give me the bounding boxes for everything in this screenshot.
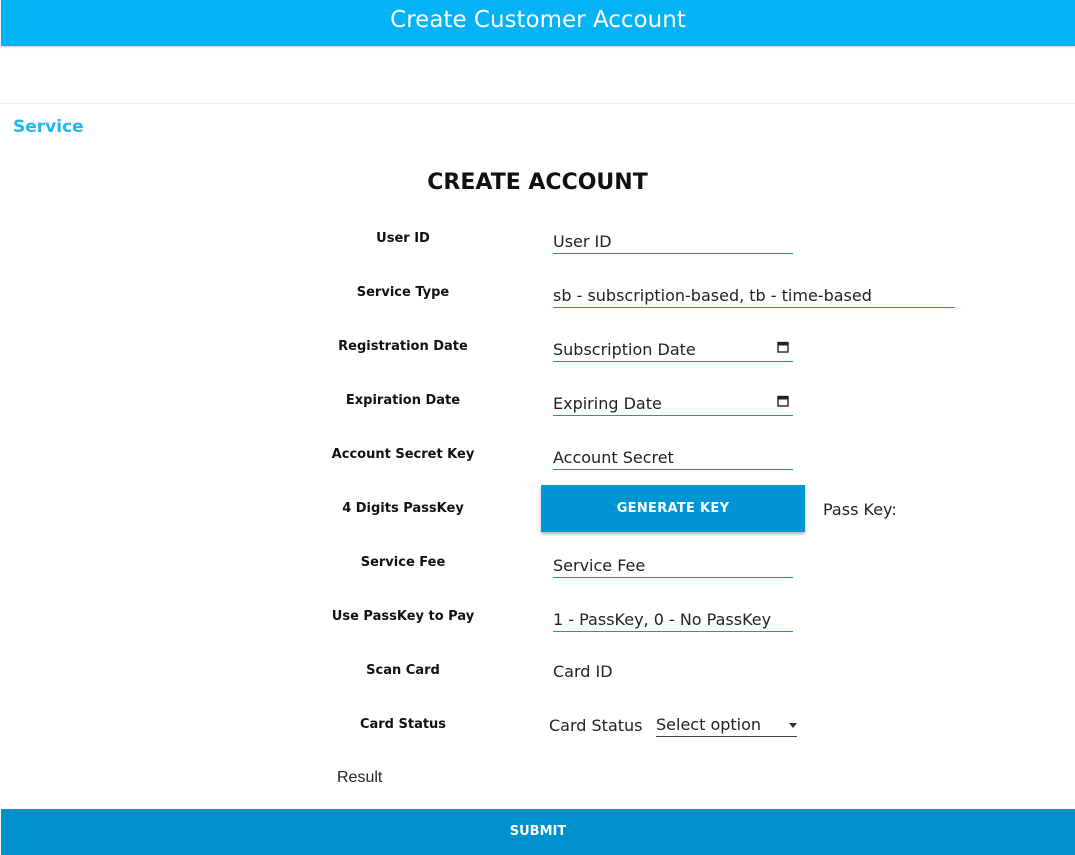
service-type-placeholder: sb - subscription-based, tb - time-based [553, 286, 872, 305]
calendar-icon[interactable] [777, 395, 789, 407]
card-status-select[interactable]: Select option [656, 714, 797, 737]
service-type-label: Service Type [356, 285, 450, 300]
pass-key-result: Pass Key: [823, 500, 897, 519]
scan-card-label: Scan Card [366, 663, 440, 678]
result-text: Result [337, 769, 383, 786]
chevron-down-icon [789, 723, 797, 728]
use-passkey-placeholder: 1 - PassKey, 0 - No PassKey [553, 610, 772, 629]
registration-date-label: Registration Date [338, 339, 468, 354]
account-secret-placeholder: Account Secret [553, 448, 674, 467]
header-divider [0, 103, 1075, 104]
passkey-label: 4 Digits PassKey [342, 501, 464, 516]
user-id-label: User ID [376, 231, 430, 246]
user-id-input[interactable]: User ID [553, 231, 793, 254]
account-secret-label: Account Secret Key [331, 447, 475, 462]
use-passkey-label: Use PassKey to Pay [331, 609, 475, 624]
submit-button[interactable]: SUBMIT [1, 809, 1075, 855]
app-header: Create Customer Account [1, 0, 1075, 46]
service-fee-placeholder: Service Fee [553, 556, 646, 575]
service-fee-label: Service Fee [360, 555, 446, 570]
calendar-icon[interactable] [777, 341, 789, 353]
user-id-placeholder: User ID [553, 232, 612, 251]
use-passkey-input[interactable]: 1 - PassKey, 0 - No PassKey [553, 609, 793, 632]
service-type-input[interactable]: sb - subscription-based, tb - time-based [553, 285, 955, 308]
card-status-label: Card Status [359, 717, 447, 732]
card-id-value: Card ID [553, 662, 613, 681]
form-title: CREATE ACCOUNT [427, 170, 648, 195]
expiration-date-label: Expiration Date [345, 393, 461, 408]
account-secret-input[interactable]: Account Secret [553, 447, 793, 470]
service-fee-input[interactable]: Service Fee [553, 555, 793, 578]
header-title: Create Customer Account [390, 7, 686, 33]
generate-key-button[interactable]: GENERATE KEY [541, 485, 805, 532]
expiration-date-input[interactable]: Expiring Date [553, 393, 793, 416]
registration-date-placeholder: Subscription Date [553, 340, 696, 359]
registration-date-input[interactable]: Subscription Date [553, 339, 793, 362]
expiration-date-placeholder: Expiring Date [553, 394, 662, 413]
nav-link-service[interactable]: Service [13, 117, 84, 137]
card-status-selected: Select option [656, 715, 762, 734]
card-status-inner-label: Card Status [549, 716, 643, 735]
